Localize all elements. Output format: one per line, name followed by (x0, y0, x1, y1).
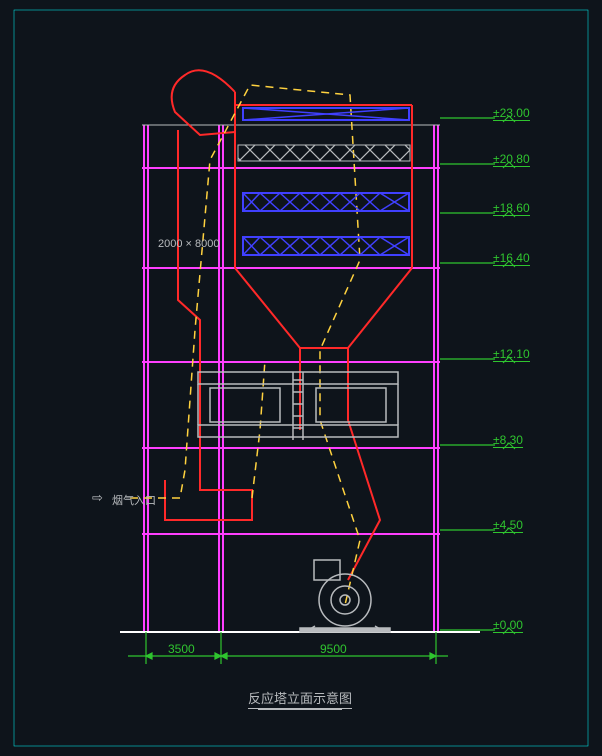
drawing-title-text: 反应塔立面示意图 (248, 691, 352, 709)
inner-dim-label: 2000 × 8000 (158, 238, 219, 250)
inlet-label: 烟气入口 (112, 492, 156, 508)
arrow-right-icon: ⇨ (92, 490, 103, 506)
elev-ticks (0, 0, 602, 756)
drawing-title: 反应塔立面示意图 (230, 688, 370, 710)
dim-right: 9500 (320, 642, 347, 656)
dim-left: 3500 (168, 642, 195, 656)
